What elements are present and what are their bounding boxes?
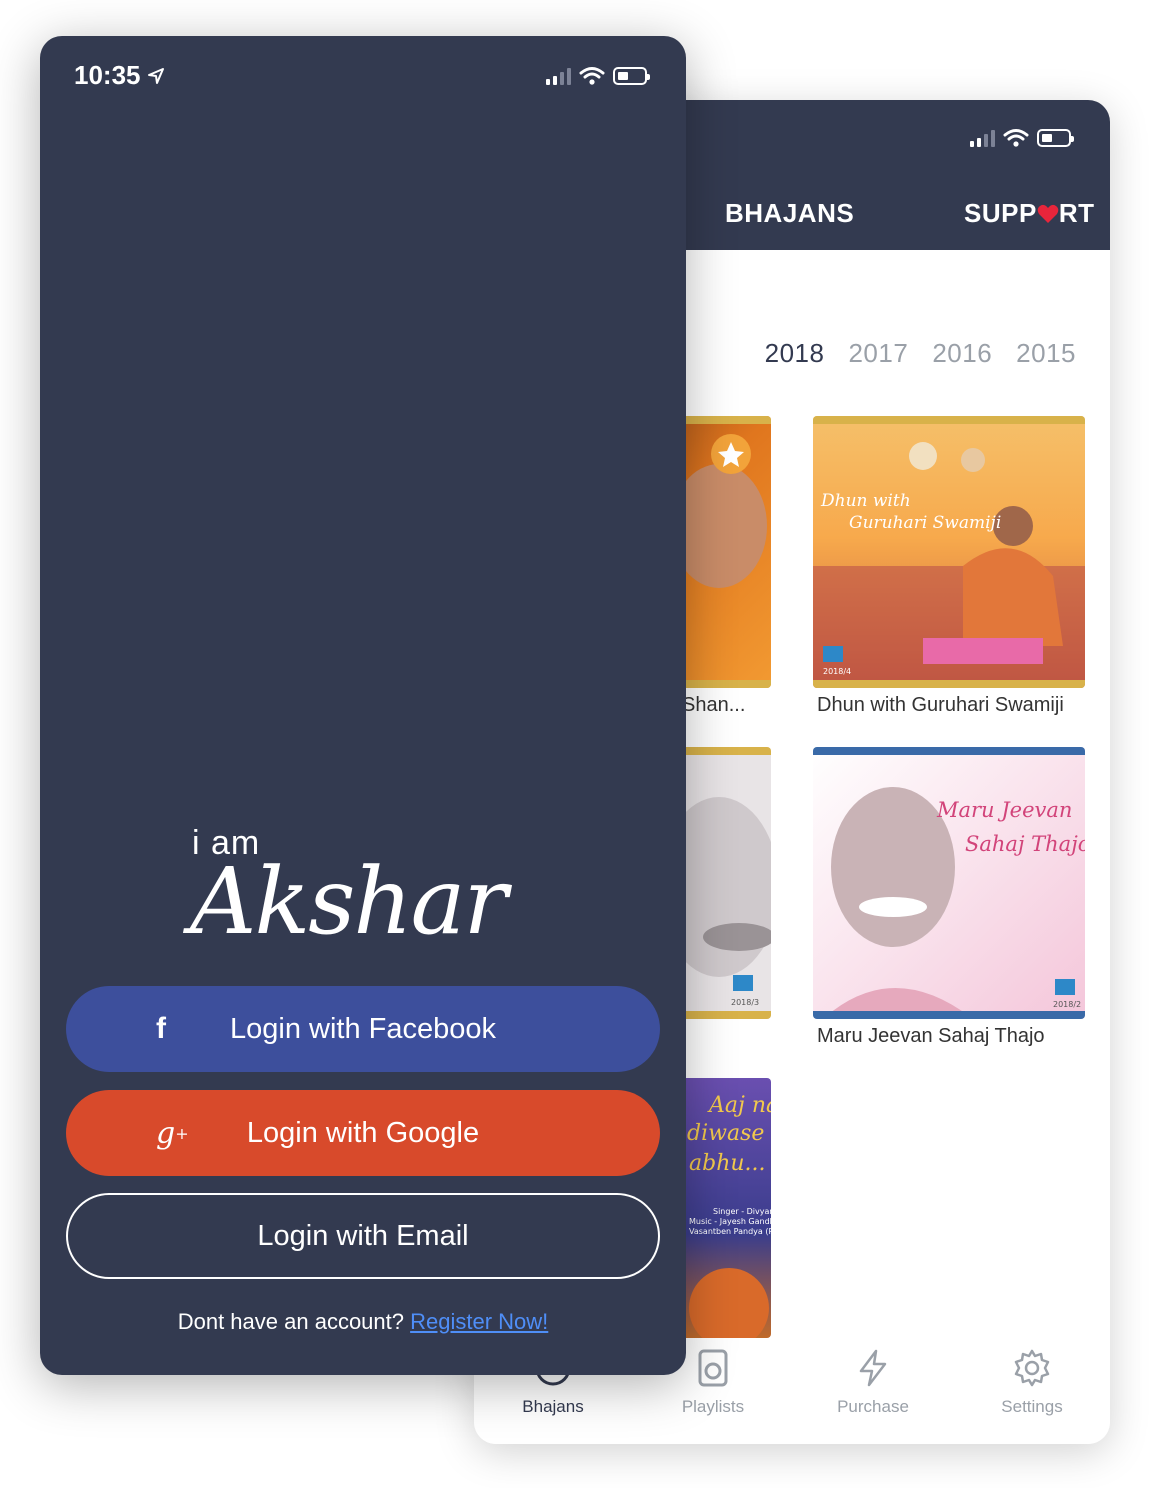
tab-label: Bhajans [522,1397,584,1416]
album-tag: 2018/3 [731,998,759,1007]
album-cover-text: abhu... [689,1151,766,1176]
login-google-button[interactable]: g + Login with Google [66,1090,660,1176]
register-prompt-row: Dont have an account? Register Now! [40,1309,686,1335]
year-tab-2018[interactable]: 2018 [765,338,825,369]
battery-icon [613,67,650,85]
page-title: BHAJANS [725,198,855,228]
year-tab-2017[interactable]: 2017 [848,338,908,369]
album-cover-image: Dhun with Guruhari Swamiji 2018/4 [813,416,1085,688]
support-link[interactable]: SUPP RT [964,198,1094,229]
album-cover-text: Dhun with [820,491,911,511]
support-label-end: RT [1058,198,1095,228]
tab-label: Settings [1001,1397,1063,1416]
album-title: Dhun with Guruhari Swamiji [817,694,1064,716]
login-facebook-label: Login with Facebook [230,1012,496,1045]
login-facebook-button[interactable]: f Login with Facebook [66,986,660,1072]
status-time-text: 10:35 [74,60,141,90]
tab-label: Playlists [681,1397,745,1416]
tab-label: Purchase [837,1397,909,1416]
status-time: 10:35 [74,60,165,91]
playlist-icon [698,1349,728,1387]
album-cover-text: Guruhari Swamiji [849,513,1001,533]
register-prompt: Dont have an account? [177,1309,404,1334]
album-cover-text: Maru Jeevan [936,798,1072,822]
battery-icon [1037,129,1074,147]
album-credit-text: Vasantben Pandya (Rajkot) [689,1227,771,1236]
login-screen: 10:35 i am Akshar f Login with Facebook … [40,36,686,1375]
tab-purchase[interactable]: Purchase [813,1348,933,1417]
login-google-label: Login with Google [246,1116,480,1149]
status-icons [970,128,1074,148]
album-tag: 2018/4 [823,667,851,676]
wifi-icon [1003,129,1029,147]
album-card[interactable]: Maru Jeevan Sahaj Thajo 2018/2 [813,747,1085,1019]
support-label-start: SUPP [964,198,1037,228]
album-title: Shan... [682,694,746,716]
status-icons [546,66,650,86]
year-tab-2016[interactable]: 2016 [932,338,992,369]
signal-icon [546,67,571,85]
year-selector: 2018 2017 2016 2015 [765,338,1076,369]
login-email-button[interactable]: Login with Email [66,1193,660,1279]
google-plus-icon: g + [156,1115,189,1151]
signal-icon [970,129,995,147]
album-cover-text: Aaj na [707,1093,771,1118]
register-link[interactable]: Register Now! [410,1309,548,1334]
heart-icon [1037,204,1059,223]
lightning-icon [859,1349,887,1387]
album-tag: 2018/2 [1053,1000,1081,1009]
album-title: Maru Jeevan Sahaj Thajo [817,1025,1045,1047]
logo-name: Akshar [190,848,507,955]
login-email-label: Login with Email [257,1219,469,1252]
year-tab-2015[interactable]: 2015 [1016,338,1076,369]
tab-settings[interactable]: Settings [972,1348,1092,1417]
wifi-icon [579,67,605,85]
album-card[interactable]: Dhun with Guruhari Swamiji 2018/4 [813,416,1085,688]
facebook-icon: f [156,1012,166,1045]
gear-icon [1014,1349,1050,1387]
album-cover-text: diwase [687,1121,764,1146]
location-arrow-icon [147,67,164,84]
album-credit-text: Music - Jayesh Gandhi [689,1217,771,1226]
album-cover-text: Sahaj Thajo [965,832,1085,856]
album-cover-image: Maru Jeevan Sahaj Thajo 2018/2 [813,747,1085,1019]
album-credit-text: Singer - Divyang Ray [713,1207,771,1216]
